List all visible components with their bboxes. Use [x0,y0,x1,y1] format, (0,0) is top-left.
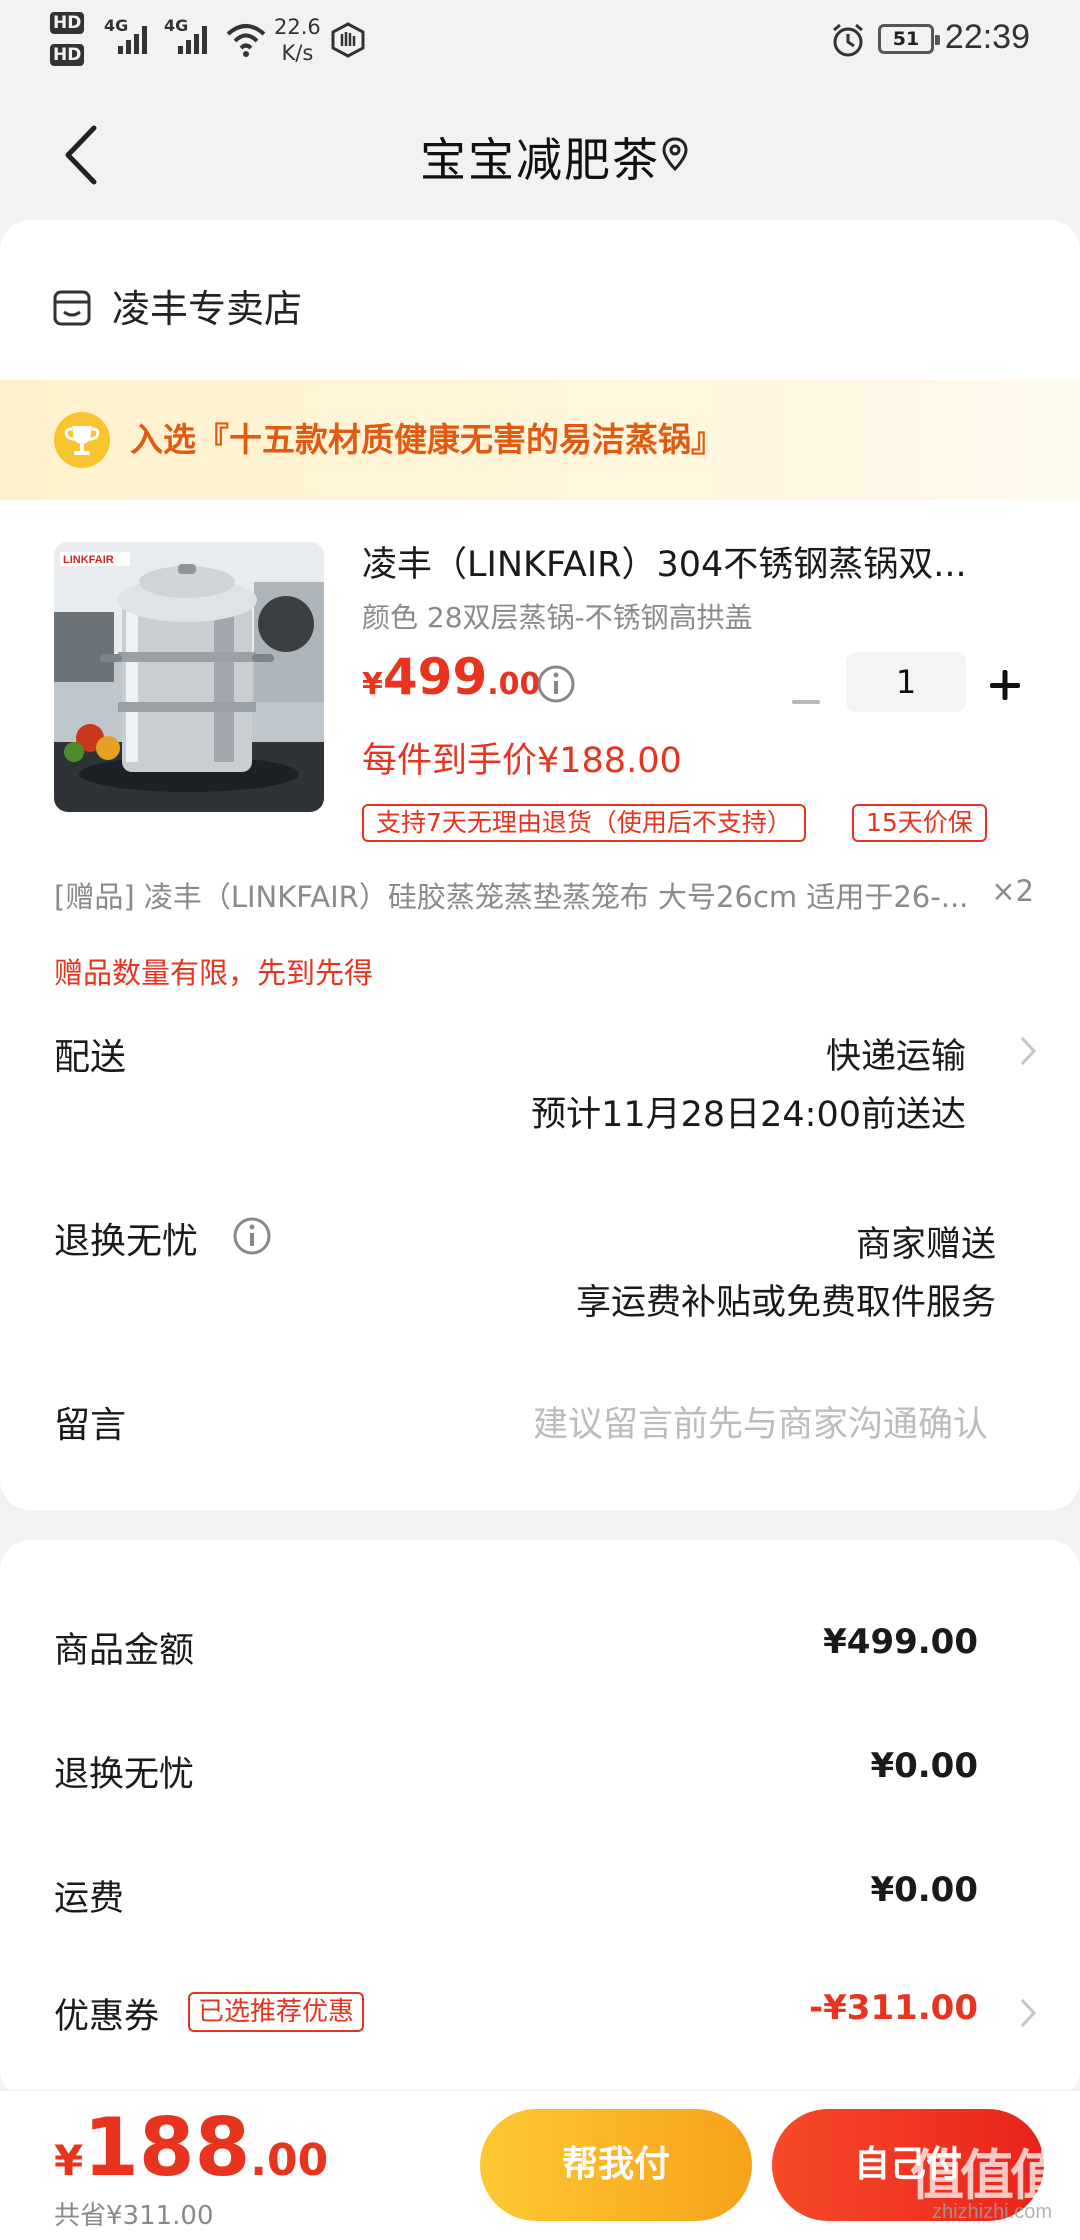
delivery-eta: 预计11月28日24:00前送达 [531,1095,966,1135]
shipping-value: ¥0.00 [870,1870,978,1910]
decrease-quantity-button[interactable] [786,682,826,722]
info-icon[interactable] [232,1216,272,1256]
hand-icon [331,22,365,58]
return-service-label: 退换无忧 [54,1221,199,1262]
banner-text: 入选『十五款材质健康无害的易洁蒸锅』 [130,420,724,459]
info-icon[interactable] [536,664,576,704]
goods-amount-label: 商品金额 [54,1631,195,1671]
watermark-logo: 值值值 [910,2144,1064,2207]
help-pay-button[interactable]: 帮我付 [480,2109,752,2221]
order-card: 凌丰专卖店 入选『十五款材质健康无害的易洁蒸锅』 LINKFAIR 凌丰（LIN… [0,220,1080,1510]
return-service-desc: 享运费补贴或免费取件服务 [575,1283,996,1323]
return-service-provider: 商家赠送 [855,1225,996,1265]
increase-quantity-button[interactable] [986,666,1024,704]
message-label: 留言 [54,1405,127,1446]
delivery-label: 配送 [54,1037,127,1078]
gift-count: ×2 [991,874,1034,908]
total-saved: 共省¥311.00 [54,2201,214,2231]
watermark-url: zhizhizhi.com [931,2201,1052,2223]
chevron-right-icon[interactable] [1018,1034,1038,1068]
store-name: 凌丰专卖店 [112,287,303,331]
total-price: ¥188.00 [54,2101,329,2194]
chevron-right-icon[interactable] [1018,1996,1038,2030]
nav-bar: 宝宝减肥茶 [0,80,1080,220]
final-unit-price: 每件到手价¥188.00 [362,741,682,781]
quantity-field[interactable]: 1 [846,652,966,712]
return-policy-tag: 支持7天无理由退货（使用后不支持） [362,804,806,842]
brand-logo: LINKFAIR [63,554,114,566]
status-bar: HD HD 4G 4G 22.6 K/s 51 22:39 [0,0,1080,80]
coupon-value[interactable]: -¥311.00 [809,1988,978,2028]
goods-amount-value: ¥499.00 [823,1622,978,1662]
message-input[interactable]: 建议留言前先与商家沟通确认 [533,1396,988,1447]
return-fee-value: ¥0.00 [870,1746,978,1786]
wifi-icon [226,24,266,57]
coupon-label: 优惠券 [54,1997,160,2037]
shipping-label: 运费 [54,1879,125,1919]
trophy-icon [54,412,110,468]
clock: 22:39 [944,18,1030,56]
hd-badge: HD [50,44,94,70]
battery-icon: 51 [878,24,940,54]
network-speed: 22.6 K/s [274,15,321,65]
coupon-tag: 已选推荐优惠 [188,1992,365,2032]
product-spec[interactable]: 颜色 28双层蒸锅-不锈钢高拱盖 [362,596,753,636]
product-price: ¥499.00 [362,648,541,706]
store-icon [53,290,91,326]
checkout-bar: ¥188.00 共省¥311.00 帮我付 自己付 值值值 zhizhizhi.… [0,2090,1080,2240]
delivery-method[interactable]: 快递运输 [826,1028,966,1079]
gift-text: [赠品] 凌丰（LINKFAIR）硅胶蒸笼蒸垫蒸笼布 大号26cm 适用于26-… [54,880,969,914]
product-title[interactable]: 凌丰（LINKFAIR）304不锈钢蒸锅双... [362,540,1022,590]
gift-note: 赠品数量有限，先到先得 [54,956,374,990]
price-protection-tag: 15天价保 [852,804,987,842]
product-image[interactable]: LINKFAIR [54,542,324,812]
page-title: 宝宝减肥茶 [420,133,660,187]
price-summary-card: 商品金额 ¥499.00 退换无忧 ¥0.00 运费 ¥0.00 优惠券 已选推… [0,1540,1080,2100]
location-pin-icon[interactable] [660,136,690,172]
return-fee-label: 退换无忧 [54,1755,195,1795]
award-banner[interactable]: 入选『十五款材质健康无害的易洁蒸锅』 [0,380,1080,500]
alarm-icon [833,23,863,57]
hd-badge: HD [50,12,94,38]
gift-row[interactable]: [赠品] 凌丰（LINKFAIR）硅胶蒸笼蒸垫蒸笼布 大号26cm 适用于26-… [54,874,1034,916]
